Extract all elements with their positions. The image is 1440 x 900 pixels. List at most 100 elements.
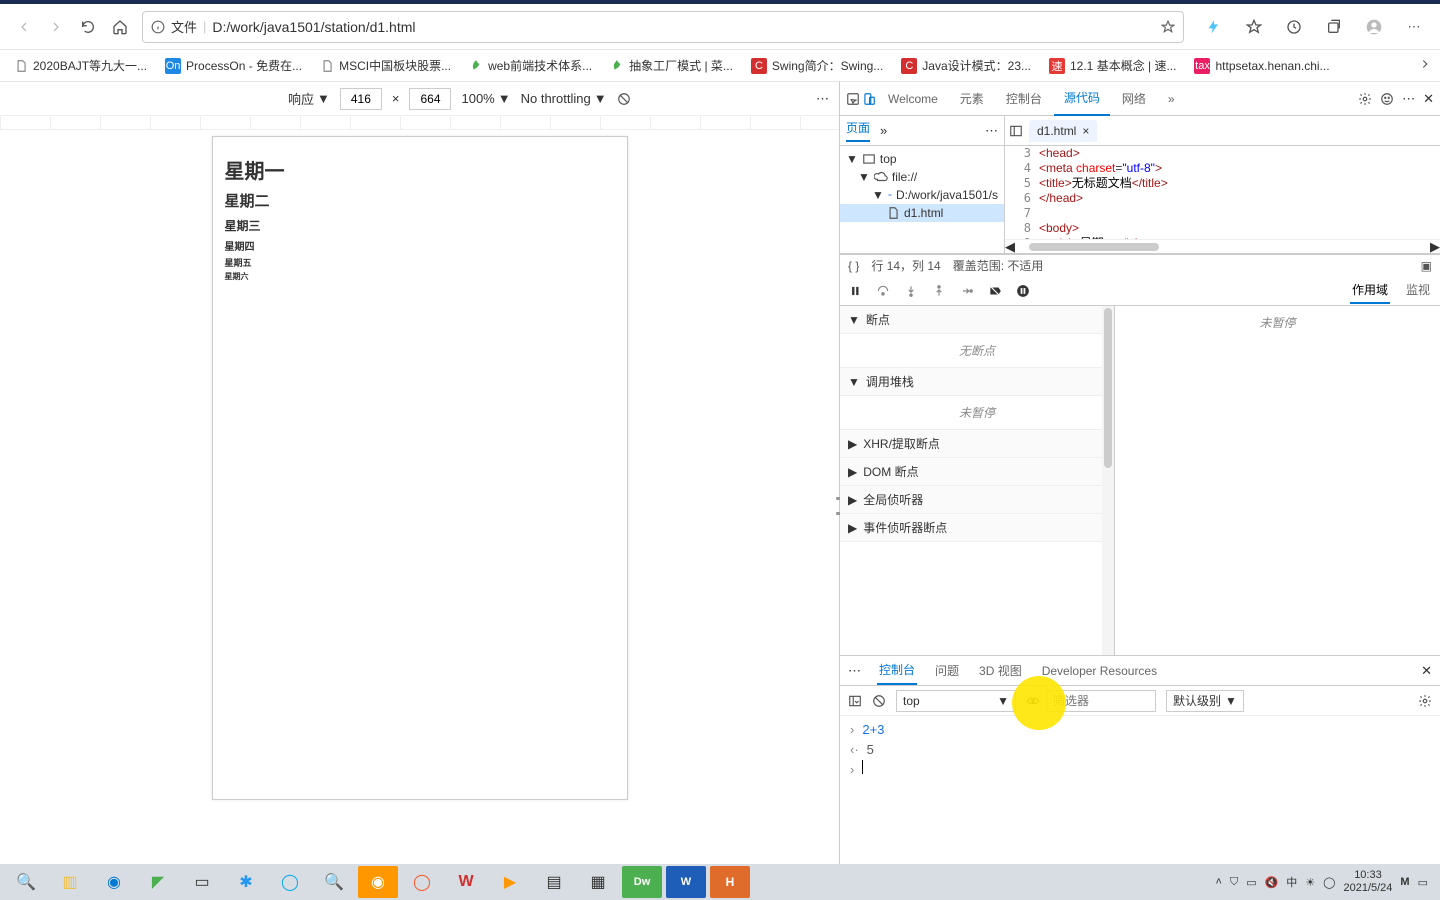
deactivate-bp-icon[interactable] bbox=[988, 284, 1002, 298]
app-icon-9[interactable]: ▦ bbox=[578, 866, 618, 898]
nav-back-button[interactable] bbox=[8, 11, 40, 43]
clear-console-icon[interactable] bbox=[872, 694, 886, 708]
history-icon[interactable] bbox=[1276, 11, 1312, 43]
file-explorer-icon[interactable]: ▥ bbox=[50, 866, 90, 898]
throttling-select[interactable]: No throttling ▼ bbox=[521, 91, 607, 106]
format-button[interactable]: { } bbox=[848, 259, 859, 273]
acc-xhr[interactable]: ▶XHR/提取断点 bbox=[840, 430, 1114, 458]
zoom-select[interactable]: 100% ▼ bbox=[461, 91, 510, 106]
editor-tab[interactable]: d1.html× bbox=[1029, 120, 1097, 142]
devtools-menu-icon[interactable]: ⋯ bbox=[1402, 91, 1415, 107]
app-icon-8[interactable]: ▶ bbox=[490, 866, 530, 898]
tab-elements[interactable]: 元素 bbox=[950, 82, 994, 116]
app-icon-7[interactable]: ◯ bbox=[402, 866, 442, 898]
acc-listeners[interactable]: ▶全局侦听器 bbox=[840, 486, 1114, 514]
sidebar-toggle-icon[interactable] bbox=[1009, 124, 1023, 138]
app-icon-5[interactable]: 🔍 bbox=[314, 866, 354, 898]
tray-battery-icon[interactable]: ▭ bbox=[1246, 876, 1256, 889]
word-icon[interactable]: W bbox=[666, 866, 706, 898]
tray-shield-icon[interactable]: ⛉ bbox=[1230, 876, 1238, 889]
feedback-icon[interactable] bbox=[1380, 92, 1394, 106]
drawer-tab-3d[interactable]: 3D 视图 bbox=[977, 657, 1024, 684]
acc-breakpoints[interactable]: ▼断点 bbox=[840, 306, 1114, 334]
rotate-icon[interactable] bbox=[617, 92, 631, 106]
tab-console[interactable]: 控制台 bbox=[996, 82, 1052, 116]
bookmark-item[interactable]: OnProcessOn - 免费在... bbox=[159, 54, 308, 77]
tab-overflow[interactable]: » bbox=[1158, 82, 1185, 116]
bookmarks-overflow-icon[interactable] bbox=[1418, 57, 1432, 74]
edge-browser-icon[interactable]: ◉ bbox=[94, 866, 134, 898]
notepad-icon[interactable]: ▤ bbox=[534, 866, 574, 898]
devtools-close-icon[interactable]: ✕ bbox=[1423, 91, 1434, 107]
acc-event-bp[interactable]: ▶事件侦听器断点 bbox=[840, 514, 1114, 542]
file-tree[interactable]: ▼top ▼file:// ▼D:/work/java1501/s d1.htm… bbox=[840, 146, 1004, 253]
favorite-star-icon[interactable] bbox=[1161, 20, 1175, 34]
step-over-icon[interactable] bbox=[876, 284, 890, 298]
app-icon-6[interactable]: ◉ bbox=[358, 866, 398, 898]
tray-up-icon[interactable]: ˄ bbox=[1216, 876, 1222, 888]
console-sidebar-icon[interactable] bbox=[848, 694, 862, 708]
taskbar-clock[interactable]: 10:332021/5/24 bbox=[1343, 869, 1392, 895]
bookmark-item[interactable]: taxhttpsetax.henan.chi... bbox=[1188, 54, 1335, 77]
collections-icon[interactable] bbox=[1316, 11, 1352, 43]
page-nav-tab[interactable]: 页面 bbox=[846, 119, 870, 142]
app-icon-4[interactable]: ◯ bbox=[270, 866, 310, 898]
wps-icon[interactable]: W bbox=[446, 866, 486, 898]
drawer-tab-devres[interactable]: Developer Resources bbox=[1040, 659, 1159, 683]
status-toggle-icon[interactable]: ▣ bbox=[1421, 259, 1432, 273]
browser-menu-icon[interactable]: ⋯ bbox=[1396, 11, 1432, 43]
step-into-icon[interactable] bbox=[904, 284, 918, 298]
step-icon[interactable] bbox=[960, 284, 974, 298]
tab-close-icon[interactable]: × bbox=[1082, 124, 1089, 138]
live-expression-icon[interactable] bbox=[1026, 694, 1040, 708]
app-icon-1[interactable]: ◤ bbox=[138, 866, 178, 898]
drawer-menu-icon[interactable]: ⋯ bbox=[848, 663, 861, 679]
drawer-close-icon[interactable]: ✕ bbox=[1421, 663, 1432, 679]
nav-forward-button[interactable] bbox=[40, 11, 72, 43]
tray-app-icon[interactable]: ◯ bbox=[1323, 876, 1335, 889]
page-nav-menu-icon[interactable]: ⋯ bbox=[985, 123, 998, 139]
hbuilder-icon[interactable]: H bbox=[710, 866, 750, 898]
address-bar[interactable]: 文件 | D:/work/java1501/station/d1.html bbox=[142, 11, 1184, 43]
bookmark-item[interactable]: 抽象工厂模式 | 菜... bbox=[604, 54, 739, 77]
search-icon[interactable]: 🔍 bbox=[6, 866, 46, 898]
bookmark-item[interactable]: web前端技术体系... bbox=[463, 54, 598, 77]
console-settings-icon[interactable] bbox=[1418, 694, 1432, 708]
bookmark-item[interactable]: CSwing简介：Swing... bbox=[745, 54, 889, 77]
device-toggle-icon[interactable] bbox=[862, 92, 876, 106]
drawer-tab-console[interactable]: 控制台 bbox=[877, 656, 917, 685]
viewport-width-input[interactable] bbox=[340, 88, 382, 110]
drawer-tab-issues[interactable]: 问题 bbox=[933, 657, 961, 684]
bookmark-item[interactable]: 速12.1 基本概念 | 速... bbox=[1043, 54, 1182, 77]
rendered-page[interactable]: 星期一 星期二 星期三 星期四 星期五 星期六 bbox=[212, 136, 628, 800]
pause-exceptions-icon[interactable] bbox=[1016, 284, 1030, 298]
viewport-height-input[interactable] bbox=[409, 88, 451, 110]
tray-lang-icon[interactable]: M bbox=[1400, 876, 1409, 888]
tray-weather-icon[interactable]: ☀ bbox=[1305, 876, 1315, 889]
bookmark-item[interactable]: 2020BAJT等九大一... bbox=[8, 54, 153, 77]
context-select[interactable]: top▼ bbox=[896, 690, 1016, 712]
settings-gear-icon[interactable] bbox=[1358, 92, 1372, 106]
app-icon-3[interactable]: ✱ bbox=[226, 866, 266, 898]
acc-callstack[interactable]: ▼调用堆栈 bbox=[840, 368, 1114, 396]
editor-hscroll[interactable]: ◀▶ bbox=[1005, 239, 1440, 253]
pause-icon[interactable] bbox=[848, 284, 862, 298]
inspect-icon[interactable] bbox=[846, 92, 860, 106]
bookmark-item[interactable]: MSCI中国板块股票... bbox=[314, 54, 457, 77]
device-menu-icon[interactable]: ⋯ bbox=[816, 91, 829, 107]
tray-volume-icon[interactable]: 🔇 bbox=[1265, 876, 1279, 889]
responsive-select[interactable]: 响应 ▼ bbox=[288, 89, 330, 108]
console-filter-input[interactable] bbox=[1046, 690, 1156, 712]
tray-ime-icon[interactable]: 中 bbox=[1286, 874, 1297, 890]
favorites-icon[interactable] bbox=[1236, 11, 1272, 43]
tab-welcome[interactable]: Welcome bbox=[878, 82, 948, 116]
tab-sources[interactable]: 源代码 bbox=[1054, 82, 1110, 116]
tray-notifications-icon[interactable]: ▭ bbox=[1418, 876, 1428, 889]
tab-scope[interactable]: 作用域 bbox=[1350, 277, 1390, 304]
page-nav-overflow[interactable]: » bbox=[880, 123, 887, 138]
xunlei-icon[interactable] bbox=[1196, 11, 1232, 43]
nav-home-button[interactable] bbox=[104, 11, 136, 43]
debug-vscroll[interactable] bbox=[1102, 306, 1114, 655]
app-icon-2[interactable]: ▭ bbox=[182, 866, 222, 898]
dreamweaver-icon[interactable]: Dw bbox=[622, 866, 662, 898]
